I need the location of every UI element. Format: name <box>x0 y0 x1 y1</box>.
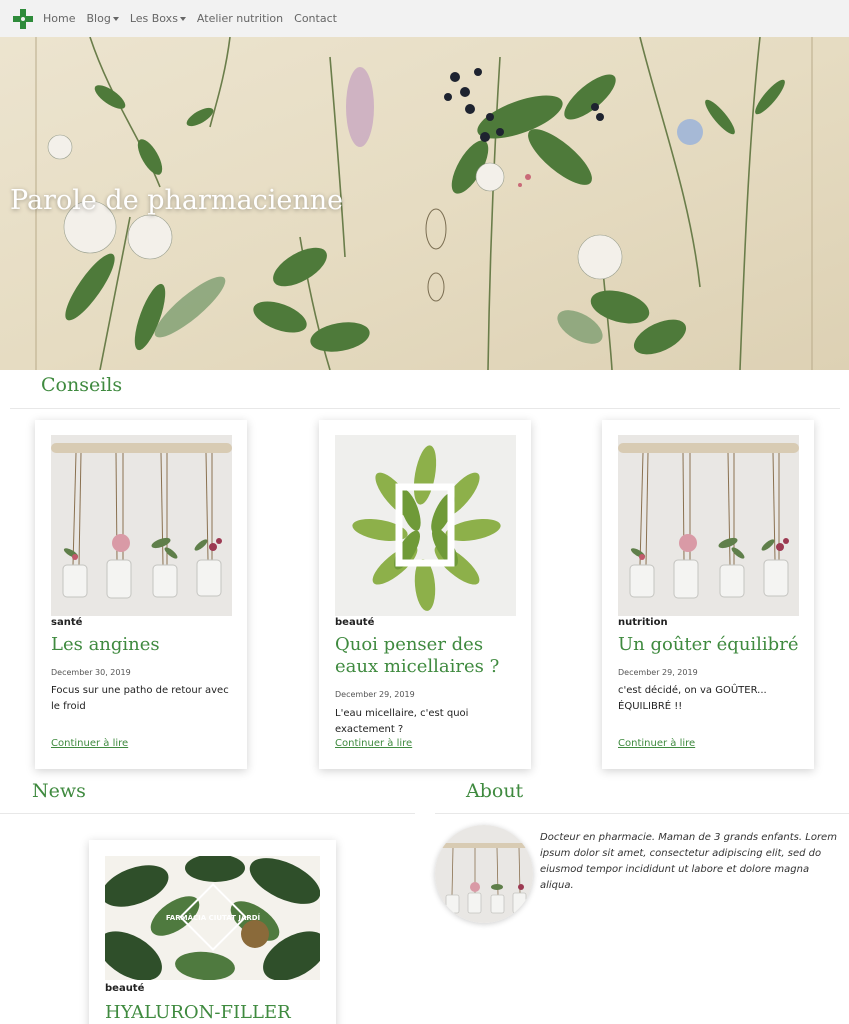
nav-les-boxs-label: Les Boxs <box>129 12 178 25</box>
about-text: Docteur en pharmacie. Maman de 3 grands … <box>540 832 837 891</box>
continue-reading-link[interactable]: Continuer à lire <box>618 738 695 749</box>
divider <box>10 408 840 409</box>
article-title[interactable]: Quoi penser des eaux micellaires ? <box>335 634 520 678</box>
article-card-gouter-equilibre[interactable]: nutrition Un goûter équilibré December 2… <box>602 420 814 769</box>
news-thumbnail[interactable]: FARMÀCIA CIUTAT JARDÍ <box>105 856 320 980</box>
nav-contact-label: Contact <box>294 12 337 25</box>
article-date: December 29, 2019 <box>335 690 415 699</box>
pharmacy-cross-logo-icon[interactable] <box>13 8 33 29</box>
article-excerpt: L'eau micellaire, c'est quoi exactement … <box>335 708 469 735</box>
botanical-logo-image: FARMÀCIA CIUTAT JARDÍ <box>105 856 320 980</box>
article-title[interactable]: Les angines <box>51 634 236 656</box>
nav-les-boxs-dropdown[interactable]: Les Boxs <box>130 12 186 25</box>
hanging-vases-image <box>51 435 232 616</box>
news-title[interactable]: HYALURON-FILLER <box>105 1002 291 1023</box>
news-card-hyaluron-filler[interactable]: FARMÀCIA CIUTAT JARDÍ beauté HYALURON-FI… <box>89 840 336 1024</box>
news-logo-text: FARMÀCIA CIUTAT JARDÍ <box>166 913 261 922</box>
leaves-frame-image <box>335 435 516 616</box>
nav-atelier-nutrition[interactable]: Atelier nutrition <box>197 12 283 25</box>
caret-down-icon <box>112 16 119 21</box>
caret-down-icon <box>179 16 186 21</box>
nav-atelier-label: Atelier nutrition <box>196 12 284 25</box>
article-category: nutrition <box>618 617 668 628</box>
about-avatar <box>435 825 533 923</box>
navbar: Home Blog Les Boxs Atelier nutrition Con… <box>0 0 849 37</box>
nav-home[interactable]: Home <box>43 12 75 25</box>
hero-banner: Parole de pharmacienne <box>0 37 849 370</box>
article-title[interactable]: Un goûter équilibré <box>618 634 803 656</box>
article-category: santé <box>51 617 83 628</box>
article-card-angines[interactable]: santé Les angines December 30, 2019 Focu… <box>35 420 247 769</box>
section-title-news: News <box>32 780 86 802</box>
article-card-eaux-micellaires[interactable]: beauté Quoi penser des eaux micellaires … <box>319 420 531 769</box>
news-category: beauté <box>105 983 145 994</box>
divider <box>0 813 415 814</box>
nav-blog-dropdown[interactable]: Blog <box>86 12 119 25</box>
nav-blog-label: Blog <box>86 12 111 25</box>
article-date: December 29, 2019 <box>618 668 698 677</box>
article-excerpt: c'est décidé, on va GOÛTER... ÉQUILIBRÉ … <box>618 685 767 712</box>
section-title-conseils: Conseils <box>41 374 123 396</box>
article-category: beauté <box>335 617 375 628</box>
article-thumbnail[interactable] <box>618 435 799 616</box>
divider <box>435 813 849 814</box>
article-thumbnail[interactable] <box>51 435 232 616</box>
article-excerpt: Focus sur une patho de retour avec le fr… <box>51 685 229 712</box>
article-date: December 30, 2019 <box>51 668 131 677</box>
nav-home-label: Home <box>43 12 76 25</box>
continue-reading-link[interactable]: Continuer à lire <box>51 738 128 749</box>
continue-reading-link[interactable]: Continuer à lire <box>335 738 412 749</box>
hero-title: Parole de pharmacienne <box>10 185 344 216</box>
article-thumbnail[interactable] <box>335 435 516 616</box>
nav-contact[interactable]: Contact <box>294 12 337 25</box>
section-title-about: About <box>466 780 524 802</box>
hanging-vases-image <box>618 435 799 616</box>
hanging-vases-avatar-image <box>435 825 533 923</box>
